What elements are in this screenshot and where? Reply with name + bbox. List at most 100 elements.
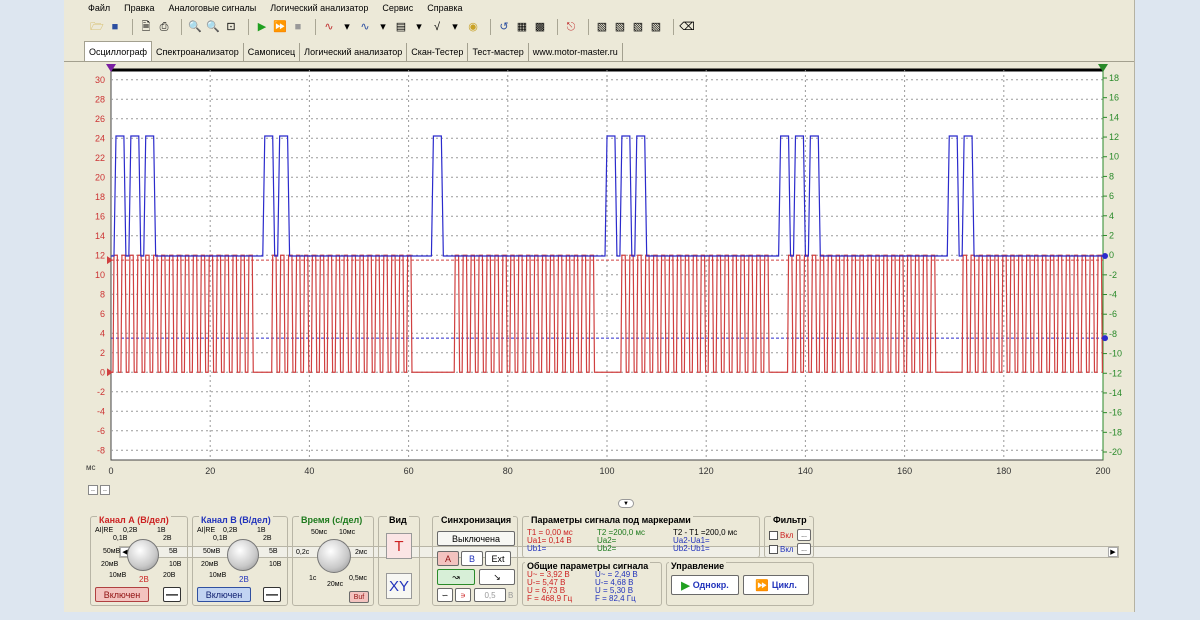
channel-a-invert-button[interactable]: — <box>163 587 181 602</box>
reset-icon[interactable]: ↺ <box>497 20 511 34</box>
zoom-out-icon[interactable]: 🔍 <box>206 20 220 34</box>
collapse-panel-button[interactable]: ▼ <box>618 499 634 508</box>
sync-level-input[interactable]: 0,5 <box>474 588 506 602</box>
play-continuous-icon: ⏩ <box>755 579 769 592</box>
channel-b-group: Канал В (В/дел) AI|RE 0,2В 1В 0,1В 2В 50… <box>192 515 288 606</box>
pulse-sync-icon[interactable]: ∍ <box>455 588 471 602</box>
marker-params-title: Параметры сигнала под маркерами <box>529 515 693 525</box>
axis-zoom-button[interactable]: .. <box>88 485 98 495</box>
sync-mode-button[interactable]: Выключена <box>437 531 515 546</box>
play-continuous-icon[interactable]: ⏩ <box>273 20 287 34</box>
rising-edge-icon[interactable]: ↝ <box>437 569 475 585</box>
scale-label: 0,1В <box>213 535 228 542</box>
tab-spectrum-analyzer[interactable]: Спектроанализатор <box>152 43 244 61</box>
tab-website[interactable]: www.motor-master.ru <box>529 43 623 61</box>
connector-icon[interactable]: ⎋ <box>564 20 578 34</box>
axis-zoom-button[interactable]: .. <box>100 485 110 495</box>
stop-icon[interactable]: ■ <box>291 20 305 34</box>
left-axis-tick-label: 16 <box>95 211 105 221</box>
print-preview-icon[interactable]: 🗎 <box>139 20 153 34</box>
scale-label: 20мВ <box>201 561 219 568</box>
toolbar-separator <box>490 19 491 35</box>
channel-b-trigger-marker[interactable] <box>1102 335 1108 342</box>
buffer-button[interactable]: Buf <box>349 591 369 603</box>
xy-mode-button[interactable]: XY <box>386 573 412 599</box>
play-icon[interactable]: ▶ <box>255 20 269 34</box>
tab-logic-analyzer[interactable]: Логический анализатор <box>300 43 408 61</box>
filter-b-settings-button[interactable]: ... <box>797 543 811 555</box>
ac-dc-toggle[interactable]: AI|RE <box>197 527 215 535</box>
dropdown-icon[interactable]: ▾ <box>340 20 354 34</box>
zoom-fit-icon[interactable]: ⊡ <box>224 20 238 34</box>
left-axis-tick-label: 22 <box>95 153 105 163</box>
board-2-icon[interactable]: ▧ <box>613 20 627 34</box>
menu-logic-analyzer[interactable]: Логический анализатор <box>270 3 368 13</box>
channel-b-enable-button[interactable]: Включен <box>197 587 251 602</box>
open-folder-icon[interactable]: 🗁 <box>90 20 104 34</box>
tab-recorder[interactable]: Самописец <box>244 43 301 61</box>
auto-sync-icon[interactable]: ∽ <box>437 588 453 602</box>
zoom-in-icon[interactable]: 🔍 <box>188 20 202 34</box>
board-3-icon[interactable]: ▧ <box>631 20 645 34</box>
table-icon[interactable]: ▦ <box>515 20 529 34</box>
channel-a-title: Канал А (В/дел) <box>97 515 171 525</box>
dropdown-icon[interactable]: ▾ <box>376 20 390 34</box>
scale-label: 20В <box>163 572 176 579</box>
channel-b-zero-marker[interactable] <box>1102 253 1108 259</box>
sync-source-a[interactable]: A <box>437 551 459 566</box>
filter-b-checkbox[interactable] <box>769 545 778 554</box>
left-axis-tick-label: 20 <box>95 172 105 182</box>
print-icon[interactable]: ⎙ <box>157 20 171 34</box>
menu-help[interactable]: Справка <box>427 3 462 13</box>
channel-b-scale-knob[interactable] <box>227 539 259 571</box>
falling-edge-icon[interactable]: ↘ <box>479 569 515 585</box>
menu-file[interactable]: Файл <box>88 3 110 13</box>
save-icon[interactable]: ■ <box>108 20 122 34</box>
control-panel: Канал А (В/дел) AI|RE 0,2В 1В 0,1В 2В 50… <box>64 512 1134 610</box>
left-axis-tick-label: 26 <box>95 114 105 124</box>
single-run-button[interactable]: ▶ Однокр. <box>671 575 739 595</box>
left-axis-tick-label: 8 <box>100 289 105 299</box>
right-axis-tick-label: -14 <box>1109 388 1122 398</box>
board-4-icon[interactable]: ▧ <box>649 20 663 34</box>
sync-source-b[interactable]: B <box>461 551 483 566</box>
signal-b-icon[interactable]: ∿ <box>358 20 372 34</box>
tab-test-master[interactable]: Тест-мастер <box>468 43 529 61</box>
signal-a-icon[interactable]: ∿ <box>322 20 336 34</box>
dropdown-icon[interactable]: ▾ <box>448 20 462 34</box>
eraser-icon[interactable]: ⌫ <box>679 20 695 34</box>
waveform-plot[interactable]: 0 20 40 60 80 100 120 140 160 180 200мс30282624222… <box>64 62 1135 500</box>
x-unit-label: мс <box>86 463 96 472</box>
ac-dc-toggle[interactable]: AI|RE <box>95 527 113 535</box>
scale-label: 0,2В <box>123 527 138 534</box>
ub1-value: Ub1= <box>527 544 547 553</box>
meter-icon[interactable]: ▤ <box>394 20 408 34</box>
filter-b-label: Вкл <box>780 545 794 554</box>
menu-service[interactable]: Сервис <box>382 3 413 13</box>
control-group: Управление ▶ Однокр. ⏩ Цикл. <box>666 561 814 606</box>
left-axis-tick-label: 4 <box>100 328 105 338</box>
channel-a-enable-button[interactable]: Включен <box>95 587 149 602</box>
math-function-icon[interactable]: √ <box>430 20 444 34</box>
time-mode-button[interactable]: T <box>386 533 412 559</box>
calculator-icon[interactable]: ▩ <box>533 20 547 34</box>
left-axis-tick-label: -8 <box>97 445 105 455</box>
channel-a-scale-knob[interactable] <box>127 539 159 571</box>
board-1-icon[interactable]: ▧ <box>595 20 609 34</box>
time-scale-knob[interactable] <box>317 539 351 573</box>
menu-edit[interactable]: Правка <box>124 3 154 13</box>
cycle-run-label: Цикл. <box>771 580 797 590</box>
tab-oscilloscope[interactable]: Осциллограф <box>84 41 152 61</box>
scale-label: 50мВ <box>103 548 121 555</box>
filter-a-settings-button[interactable]: ... <box>797 529 811 541</box>
tab-scan-tester[interactable]: Скан-Тестер <box>407 43 469 61</box>
channel-b-invert-button[interactable]: — <box>263 587 281 602</box>
sync-source-ext[interactable]: Ext <box>485 551 511 566</box>
filter-a-checkbox[interactable] <box>769 531 778 540</box>
probe-icon[interactable]: ◉ <box>466 20 480 34</box>
menu-analog-signals[interactable]: Аналоговые сигналы <box>169 3 257 13</box>
left-axis-tick-label: -4 <box>97 406 105 416</box>
left-axis-tick-label: 30 <box>95 75 105 85</box>
dropdown-icon[interactable]: ▾ <box>412 20 426 34</box>
cycle-run-button[interactable]: ⏩ Цикл. <box>743 575 809 595</box>
